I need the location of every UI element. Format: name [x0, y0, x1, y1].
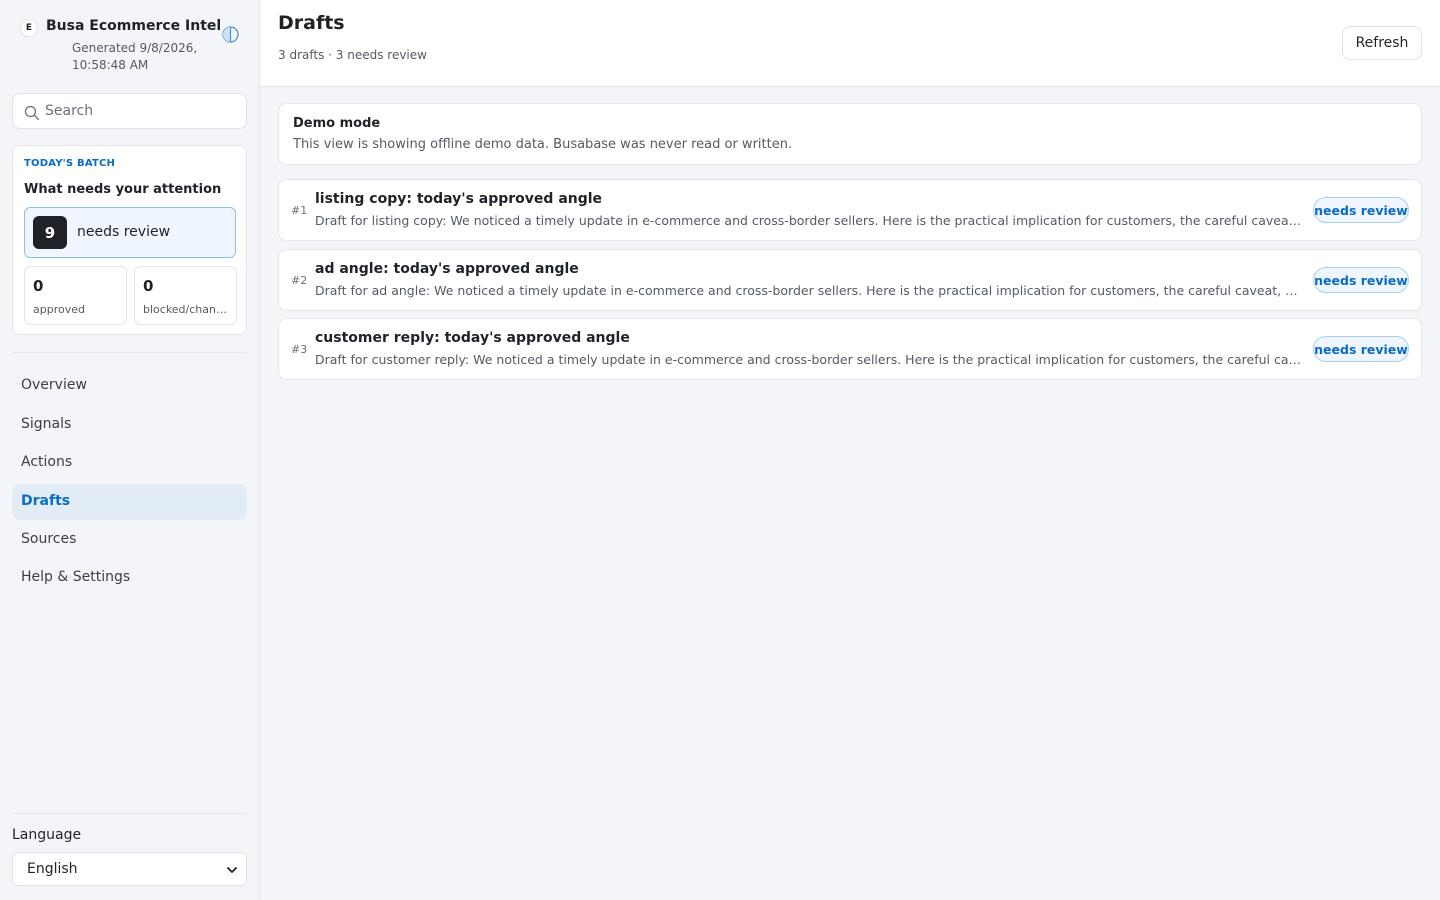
language-select[interactable]: English	[12, 852, 247, 886]
blocked-stat[interactable]: 0 blocked/changes requested	[134, 266, 237, 325]
demo-mode-notice: Demo mode This view is showing offline d…	[278, 103, 1422, 165]
needs-review-label: needs review	[77, 224, 171, 240]
language-label: Language	[12, 827, 82, 843]
generated-timestamp: Generated 9/8/2026, 10:58:48 AM	[72, 41, 198, 72]
sidebar-item-drafts[interactable]: Drafts	[12, 484, 247, 520]
approved-label: approved	[33, 303, 85, 316]
sidebar-item-overview[interactable]: Overview	[12, 368, 247, 404]
sidebar-item-label: Overview	[21, 377, 87, 393]
sidebar-item-label: Actions	[21, 454, 73, 470]
draft-number: #3	[291, 343, 308, 356]
demo-title: Demo mode	[293, 116, 381, 131]
draft-description: Draft for ad angle: We noticed a timely …	[315, 283, 1303, 298]
needs-review-count: 9	[33, 216, 67, 249]
status-badge: needs review	[1313, 197, 1409, 223]
chevron-down-icon	[227, 867, 237, 873]
sidebar-item-label: Sources	[21, 531, 77, 547]
brand-badge: E	[20, 19, 38, 37]
draft-title: customer reply: today's approved angle	[315, 330, 630, 346]
search-icon	[24, 105, 40, 121]
draft-number: #1	[291, 204, 308, 217]
batch-title: What needs your attention	[24, 182, 222, 197]
brand-header: E Busa Ecommerce Intel Generated 9/8/202…	[20, 17, 246, 77]
draft-description: Draft for customer reply: We noticed a t…	[315, 352, 1303, 367]
demo-text: This view is showing offline demo data. …	[293, 137, 793, 152]
draft-card[interactable]: #1 listing copy: today's approved angle …	[278, 179, 1422, 241]
needs-review-summary[interactable]: 9 needs review	[24, 207, 236, 258]
sidebar-divider	[12, 352, 247, 353]
refresh-button[interactable]: Refresh	[1342, 26, 1422, 60]
draft-description: Draft for listing copy: We noticed a tim…	[315, 213, 1303, 228]
draft-card[interactable]: #2 ad angle: today's approved angle Draf…	[278, 249, 1422, 311]
approved-count: 0	[33, 277, 44, 295]
half-circle-icon[interactable]	[222, 26, 239, 43]
page-title: Drafts	[278, 12, 345, 34]
search-input[interactable]	[45, 95, 241, 127]
batch-kicker: TODAY'S BATCH	[24, 158, 116, 169]
approved-stat[interactable]: 0 approved	[24, 266, 127, 325]
page-header: Drafts 3 drafts · 3 needs review Refresh	[260, 0, 1440, 87]
brand-title: Busa Ecommerce Intel	[46, 18, 222, 34]
search-box[interactable]	[12, 93, 247, 129]
language-selected-value: English	[27, 861, 78, 877]
draft-title: ad angle: today's approved angle	[315, 261, 579, 277]
sidebar: E Busa Ecommerce Intel Generated 9/8/202…	[0, 0, 260, 900]
blocked-label: blocked/changes requested	[143, 303, 233, 316]
sidebar-item-label: Drafts	[21, 493, 71, 509]
sidebar-item-actions[interactable]: Actions	[12, 445, 247, 481]
sidebar-item-label: Help & Settings	[21, 569, 131, 585]
sidebar-divider	[12, 813, 247, 814]
blocked-count: 0	[143, 277, 154, 295]
sidebar-item-label: Signals	[21, 416, 72, 432]
status-badge: needs review	[1313, 267, 1409, 293]
sidebar-item-signals[interactable]: Signals	[12, 407, 247, 443]
status-badge: needs review	[1313, 336, 1409, 362]
sidebar-item-help-settings[interactable]: Help & Settings	[12, 560, 247, 596]
todays-batch-card: TODAY'S BATCH What needs your attention …	[12, 145, 247, 335]
draft-number: #2	[291, 274, 308, 287]
page-subtitle: 3 drafts · 3 needs review	[278, 48, 427, 62]
draft-card[interactable]: #3 customer reply: today's approved angl…	[278, 318, 1422, 380]
draft-title: listing copy: today's approved angle	[315, 191, 603, 207]
sidebar-item-sources[interactable]: Sources	[12, 522, 247, 558]
